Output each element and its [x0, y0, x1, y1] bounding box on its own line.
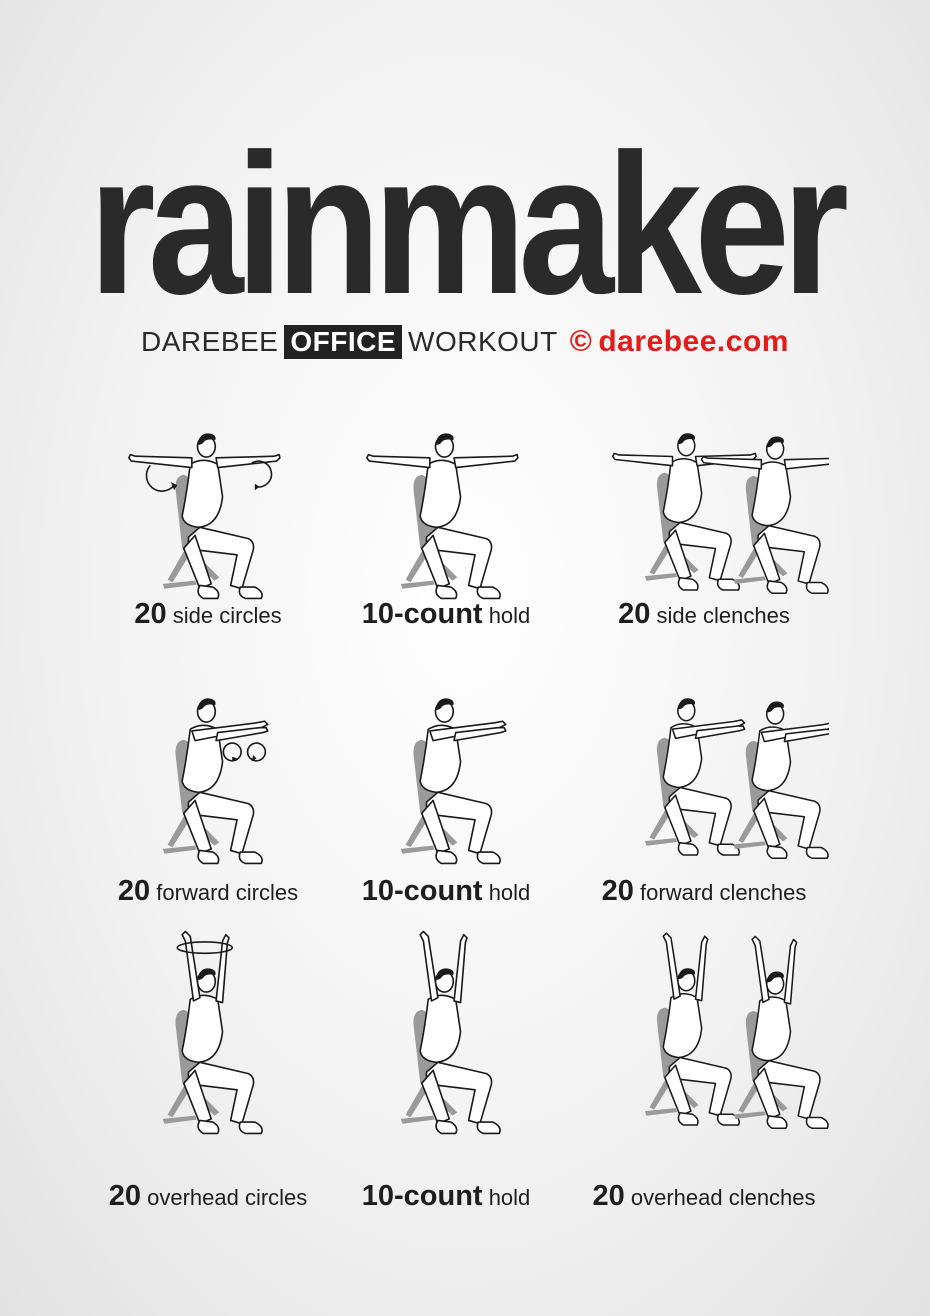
exercise-illustration — [366, 433, 519, 600]
exercise-name: forward circles — [156, 880, 299, 905]
exercise-illustration — [400, 698, 507, 865]
subtitle: DAREBEE OFFICE WORKOUT © darebee.com — [0, 322, 930, 362]
seated-figure — [400, 698, 507, 865]
copyright-icon: © — [569, 325, 593, 358]
exercise-illustration — [644, 932, 829, 1129]
site-link[interactable]: darebee.com — [598, 325, 789, 359]
exercise-label: 20 forward circles — [118, 875, 298, 908]
exercise-count: 20 — [134, 598, 167, 630]
subtitle-workout: WORKOUT — [408, 326, 558, 357]
seated-figure — [162, 930, 263, 1135]
seated-figure — [733, 701, 829, 859]
exercise-name: hold — [488, 880, 531, 905]
exercise-name: hold — [488, 603, 531, 628]
page-title: rainmaker — [88, 113, 849, 336]
seated-figure — [644, 932, 741, 1126]
exercise-illustration — [611, 433, 829, 594]
exercise-illustration — [128, 433, 281, 600]
seated-figure — [128, 433, 281, 600]
exercise-label: 20 side clenches — [618, 598, 790, 631]
exercise-name: side circles — [172, 603, 282, 628]
exercise-count: 10-count — [361, 598, 483, 630]
exercise-count: 10-count — [361, 1180, 483, 1212]
seated-figure — [400, 930, 501, 1135]
exercise-label: 10-count hold — [362, 875, 531, 908]
subtitle-office-badge: OFFICE — [284, 325, 403, 359]
exercise-illustration — [644, 698, 829, 859]
exercise-count: 20 — [601, 875, 634, 907]
exercise-label: 10-count hold — [362, 1180, 531, 1213]
exercise-count: 20 — [117, 875, 151, 907]
seated-figure — [366, 433, 519, 600]
seated-figure — [644, 698, 746, 856]
exercise-count: 20 — [592, 1180, 625, 1212]
exercise-label: 20 overhead circles — [109, 1180, 308, 1213]
exercise-count: 20 — [108, 1180, 141, 1212]
exercise-label: 20 forward clenches — [602, 875, 807, 908]
exercise-name: overhead circles — [147, 1185, 308, 1210]
subtitle-brand: DAREBEE — [141, 326, 279, 357]
exercise-count: 10-count — [361, 875, 483, 907]
seated-figure — [162, 698, 269, 865]
exercise-illustration — [162, 930, 263, 1135]
exercise-name: forward clenches — [640, 880, 807, 905]
exercise-label: 10-count hold — [362, 598, 531, 631]
exercise-illustration — [162, 698, 269, 865]
seated-figure — [611, 433, 757, 591]
exercise-label: 20 side circles — [134, 598, 281, 631]
exercise-illustration — [400, 930, 501, 1135]
exercise-count: 20 — [618, 598, 651, 630]
exercise-label: 20 overhead clenches — [592, 1180, 815, 1213]
exercise-name: side clenches — [656, 603, 790, 628]
exercise-name: overhead clenches — [630, 1185, 816, 1210]
seated-figure — [733, 935, 829, 1129]
exercise-name: hold — [488, 1185, 531, 1210]
